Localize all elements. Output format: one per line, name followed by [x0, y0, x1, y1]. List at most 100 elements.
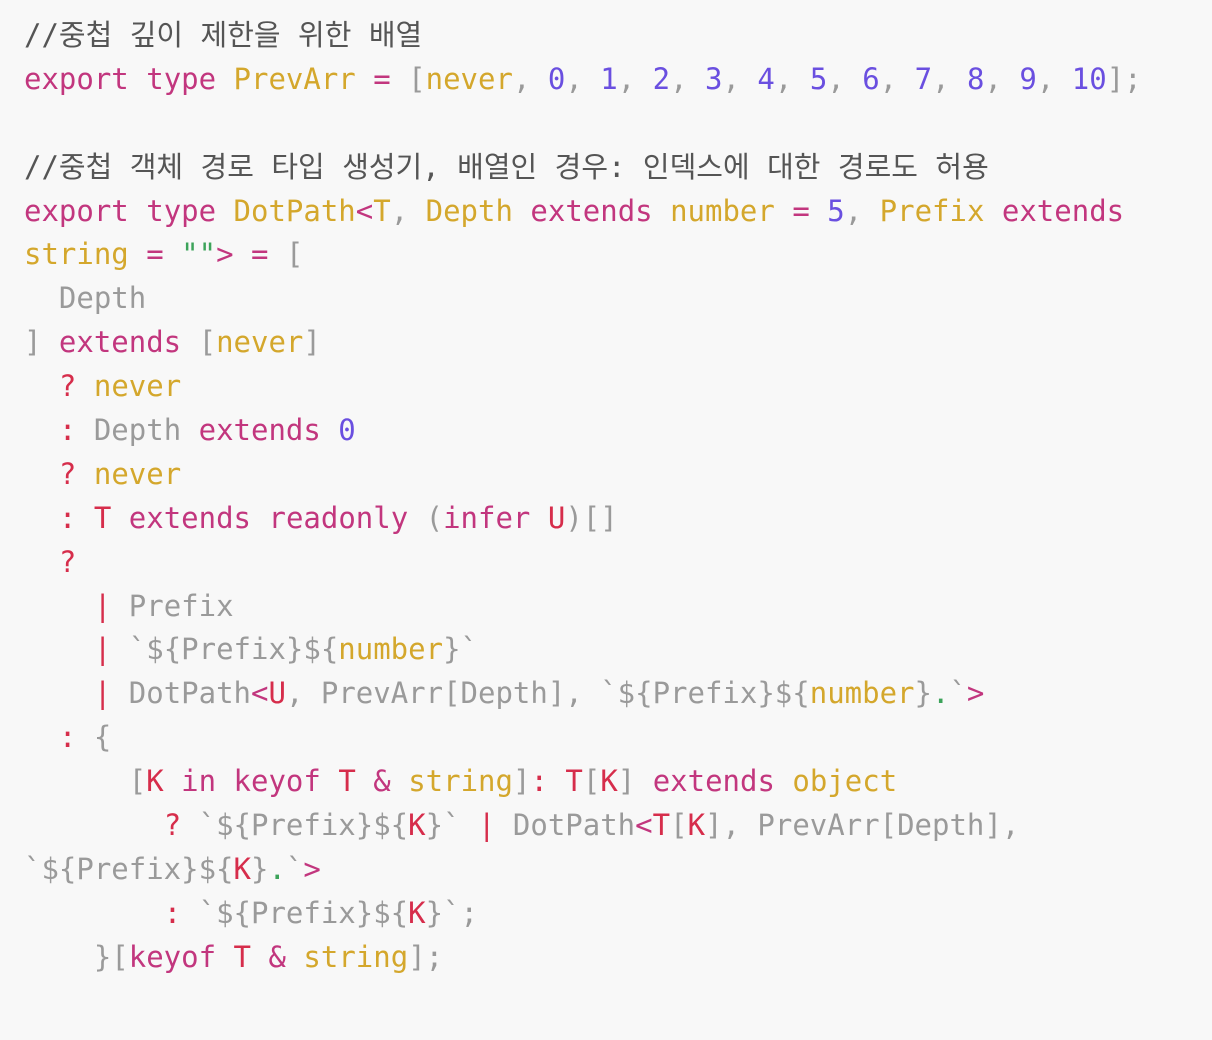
code-token: object: [792, 764, 898, 799]
code-token: ]: [24, 325, 59, 360]
code-token: ?: [58, 456, 77, 491]
code-token: , PrevArr[Depth], `${Prefix}${: [285, 676, 810, 711]
code-token: K: [233, 851, 251, 886]
code-token: extends: [128, 500, 252, 535]
code-token: U: [547, 500, 566, 535]
code-token: extends: [652, 764, 775, 799]
code-token: never: [216, 325, 304, 360]
code-line: | Prefix: [24, 585, 1194, 629]
code-token: }`: [425, 808, 478, 843]
code-line: ? never: [24, 453, 1194, 497]
code-token: }`: [443, 632, 478, 667]
code-token: {: [76, 720, 112, 755]
code-token: 3: [705, 61, 723, 96]
code-token: >: [966, 676, 985, 711]
code-token: ,: [879, 61, 915, 96]
code-token: //중첩 깊이 제한을 위한 배열: [24, 18, 423, 52]
code-token: T: [338, 764, 356, 799]
code-token: [: [24, 764, 147, 799]
code-token: ,: [1036, 61, 1072, 96]
code-line: : `${Prefix}${K}`;: [24, 892, 1194, 936]
code-token: U: [268, 676, 286, 711]
code-token: .: [931, 676, 950, 711]
code-token: T: [565, 764, 583, 799]
code-token: ,: [984, 61, 1020, 96]
code-line: ] extends [never]: [24, 321, 1194, 365]
code-token: ?: [163, 808, 182, 843]
code-token: ];: [408, 939, 444, 974]
code-token: T: [233, 939, 252, 974]
code-token: =: [792, 193, 810, 228]
code-token: K: [408, 808, 426, 843]
code-token: [: [582, 764, 601, 799]
code-token: :: [58, 720, 77, 755]
code-token: 1: [600, 61, 618, 96]
code-token: Prefix: [879, 193, 985, 228]
code-token: :: [163, 895, 182, 930]
code-token: >: [303, 851, 321, 886]
code-token: )[]: [565, 500, 618, 535]
code-token: 9: [1019, 61, 1037, 96]
code-token: T: [373, 193, 391, 228]
code-token: readonly: [268, 500, 409, 535]
code-token: ,: [932, 61, 967, 96]
code-token: 0: [547, 61, 566, 96]
code-line: string = ""> = [: [24, 233, 1194, 277]
code-token: ,: [722, 61, 758, 96]
code-token: 5: [809, 61, 828, 96]
code-token: &: [268, 939, 286, 974]
code-token: ,: [390, 193, 426, 228]
code-token: }[: [24, 939, 129, 974]
code-token: [: [390, 61, 426, 96]
code-token: type: [146, 193, 217, 228]
code-token: 10: [1071, 61, 1107, 96]
code-token: number: [670, 193, 775, 228]
code-line: : Depth extends 0: [24, 409, 1194, 453]
code-line: export type PrevArr = [never, 0, 1, 2, 3…: [24, 58, 1194, 102]
code-token: T: [652, 808, 671, 843]
code-token: Depth: [76, 413, 199, 448]
code-token: 5: [827, 193, 845, 228]
code-token: never: [93, 456, 182, 491]
code-token: `${Prefix}${: [24, 851, 234, 886]
code-token: T: [93, 500, 112, 535]
code-token: 4: [757, 61, 775, 96]
code-token: |: [93, 632, 112, 667]
code-token: =: [146, 237, 164, 272]
code-token: :: [530, 764, 548, 799]
code-token: type: [146, 61, 217, 96]
code-token: ,: [565, 61, 601, 96]
code-token: never: [93, 369, 182, 404]
code-token: |: [93, 588, 112, 623]
code-token: :: [58, 413, 77, 448]
code-token: extends: [58, 325, 182, 360]
code-token: K: [408, 895, 426, 930]
code-token: }: [250, 851, 269, 886]
code-token: "": [181, 237, 217, 272]
code-token: .: [268, 851, 286, 886]
code-token: Depth: [24, 281, 147, 316]
code-token: ,: [774, 61, 810, 96]
code-token: `${Prefix}${: [111, 632, 339, 667]
code-line: | `${Prefix}${number}`: [24, 628, 1194, 672]
